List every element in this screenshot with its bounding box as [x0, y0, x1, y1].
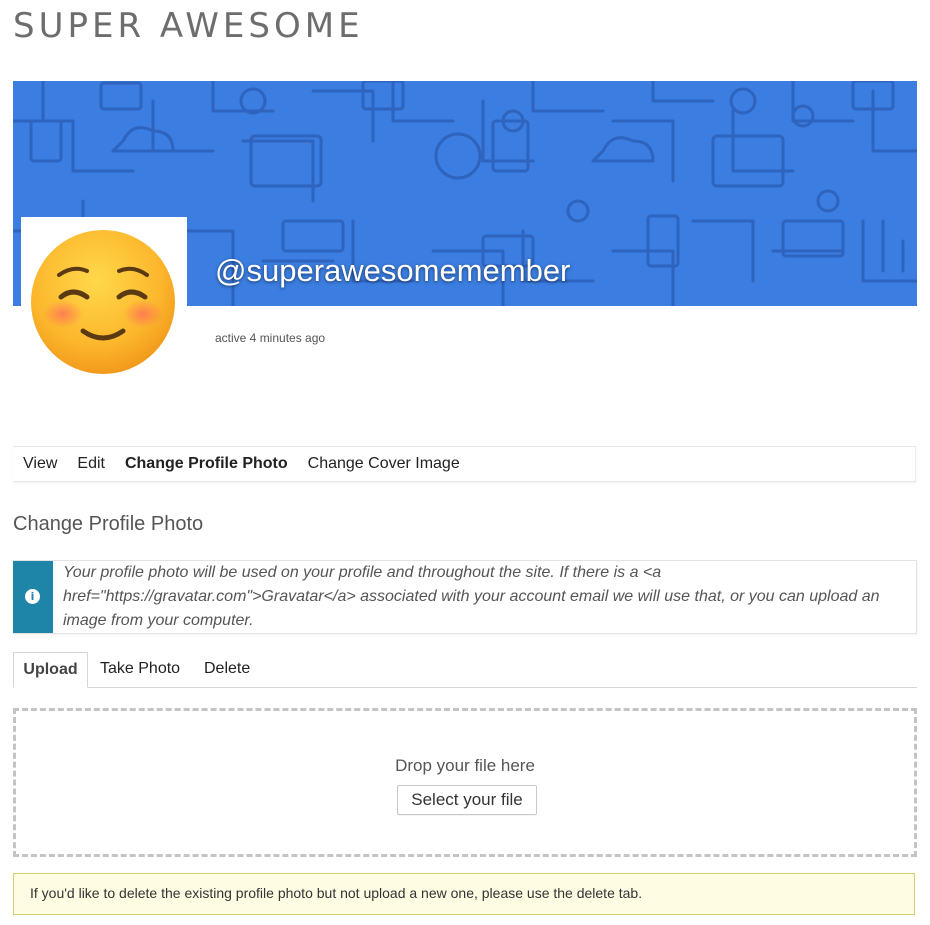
dropzone-label: Drop your file here: [395, 756, 535, 775]
tab-take-photo[interactable]: Take Photo: [100, 652, 180, 687]
file-dropzone[interactable]: Drop your file here Select your file: [13, 708, 917, 857]
nav-edit[interactable]: Edit: [77, 455, 105, 473]
tab-upload[interactable]: Upload: [13, 652, 88, 688]
tab-delete[interactable]: Delete: [204, 652, 250, 687]
info-icon: i: [25, 589, 40, 604]
profile-subnav: View Edit Change Profile Photo Change Co…: [13, 446, 916, 482]
delete-hint-text: If you'd like to delete the existing pro…: [30, 885, 643, 901]
smiling-face-icon: [31, 230, 175, 374]
notice-text: Your profile photo will be used on your …: [63, 564, 880, 629]
photo-tabs: Upload Take Photo Delete: [13, 652, 917, 688]
avatar[interactable]: [21, 217, 187, 383]
profile-username: @superawesomemember: [215, 253, 571, 288]
delete-hint-notice: If you'd like to delete the existing pro…: [13, 873, 915, 915]
nav-change-cover-image[interactable]: Change Cover Image: [308, 455, 460, 473]
page-title: Change Profile Photo: [13, 513, 204, 535]
nav-view[interactable]: View: [23, 455, 57, 473]
notice-bar: i: [13, 561, 53, 633]
info-notice: i Your profile photo will be used on you…: [13, 560, 917, 634]
select-file-button[interactable]: Select your file: [397, 785, 537, 815]
last-active-status: active 4 minutes ago: [215, 331, 326, 345]
site-title[interactable]: SUPER AWESOME: [13, 6, 364, 46]
nav-change-profile-photo[interactable]: Change Profile Photo: [125, 455, 288, 473]
